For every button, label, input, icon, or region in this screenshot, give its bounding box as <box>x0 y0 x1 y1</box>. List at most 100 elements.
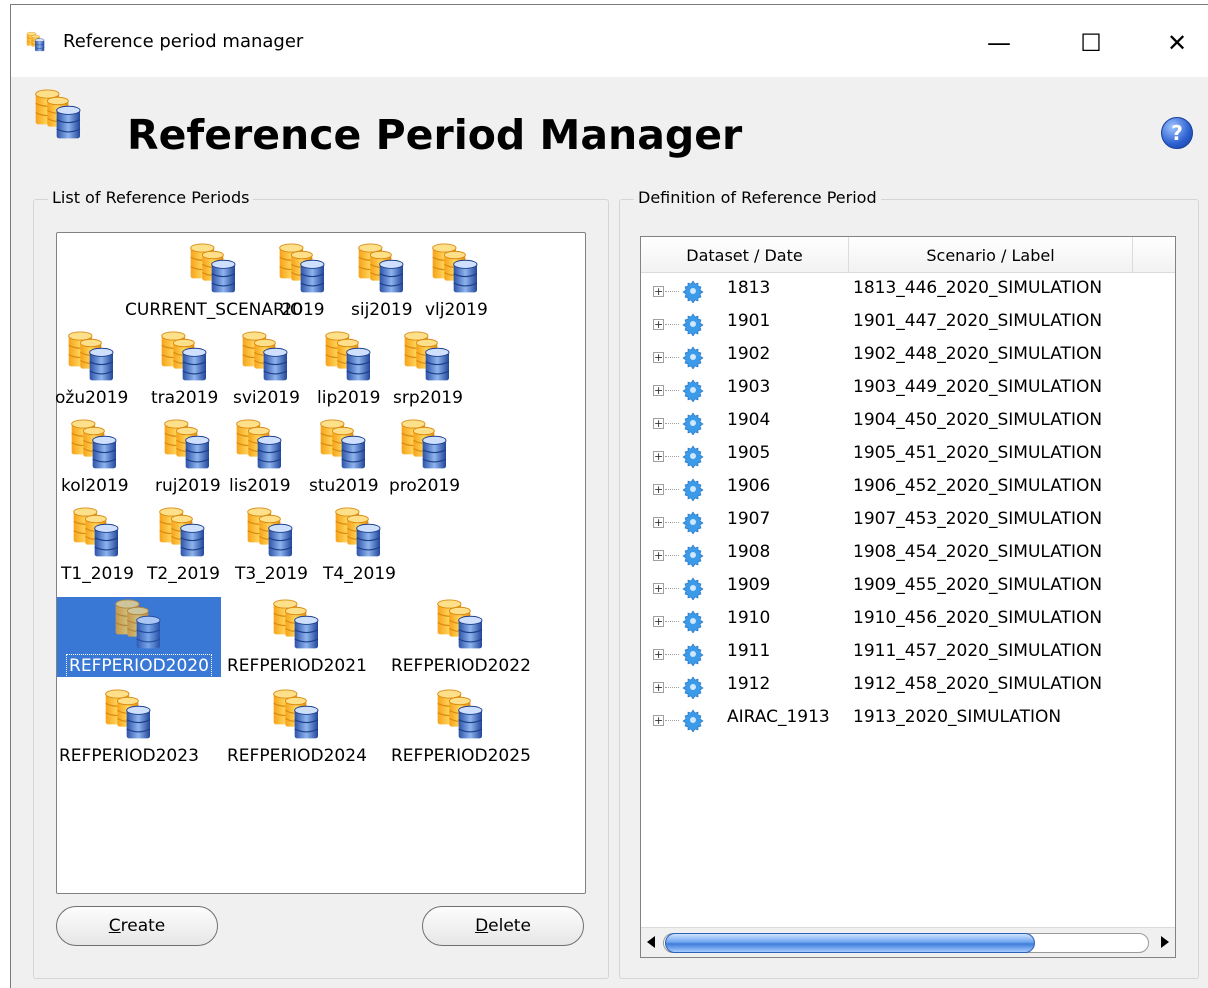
scenario-label: 1902_448_2020_SIMULATION <box>853 344 1103 364</box>
database-stack-icon <box>316 417 372 473</box>
reference-periods-list[interactable]: CURRENT_SCENARIO 2019 sij2019 vlj2019 ožu201… <box>53 232 586 894</box>
scroll-thumb[interactable] <box>665 933 1035 953</box>
expand-icon[interactable]: + <box>653 319 664 330</box>
database-stack-icon <box>31 87 87 159</box>
reference-period-item[interactable]: stu2019 <box>307 417 381 497</box>
scenario-label: 1905_451_2020_SIMULATION <box>853 443 1103 463</box>
horizontal-scrollbar[interactable] <box>641 927 1175 957</box>
tree-row[interactable]: +1912 1912_458_2020_SIMULATION <box>641 671 1175 704</box>
definition-tree[interactable]: Dataset / Date Scenario / Label +1813 181… <box>640 236 1176 958</box>
reference-period-item[interactable]: REFPERIOD2023 <box>57 687 201 767</box>
reference-period-item[interactable]: kol2019 <box>59 417 131 497</box>
scenario-label: 1813_446_2020_SIMULATION <box>853 278 1103 298</box>
definition-group: Definition of Reference Period Dataset /… <box>619 188 1199 979</box>
tree-connector <box>665 423 679 424</box>
help-icon[interactable]: ? <box>1161 117 1193 149</box>
reference-period-item[interactable]: lis2019 <box>227 417 293 497</box>
expand-icon[interactable]: + <box>653 484 664 495</box>
reference-period-item[interactable]: ruj2019 <box>153 417 223 497</box>
tree-row[interactable]: +1908 1908_454_2020_SIMULATION <box>641 539 1175 572</box>
column-header-dataset-date[interactable]: Dataset / Date <box>641 237 849 273</box>
tree-row[interactable]: +1903 1903_449_2020_SIMULATION <box>641 374 1175 407</box>
dataset-gear-icon <box>681 708 705 732</box>
expand-icon[interactable]: + <box>653 616 664 627</box>
reference-period-label: stu2019 <box>309 476 379 496</box>
scenario-label: 1907_453_2020_SIMULATION <box>853 509 1103 529</box>
scroll-left-icon[interactable] <box>647 936 655 948</box>
tree-row[interactable]: + AIRAC_1913 1913_2020_SIMULATION <box>641 704 1175 737</box>
reference-period-item[interactable]: vlj2019 <box>423 241 490 321</box>
reference-period-item[interactable]: sij2019 <box>349 241 415 321</box>
tree-row[interactable]: +1813 1813_446_2020_SIMULATION <box>641 275 1175 308</box>
close-button[interactable]: ✕ <box>1155 21 1199 65</box>
tree-row[interactable]: +1909 1909_455_2020_SIMULATION <box>641 572 1175 605</box>
reference-period-label: T4_2019 <box>323 564 396 584</box>
reference-period-item[interactable]: srp2019 <box>391 329 465 409</box>
expand-icon[interactable]: + <box>653 550 664 561</box>
reference-period-item[interactable]: 2019 <box>273 241 333 321</box>
reference-period-item[interactable]: ožu2019 <box>53 329 130 409</box>
database-stack-icon <box>186 241 242 297</box>
reference-period-label: T1_2019 <box>61 564 134 584</box>
dataset-gear-icon <box>681 642 705 666</box>
delete-button[interactable]: Delete <box>422 906 584 946</box>
dataset-date: 1906 <box>727 476 771 496</box>
group-label: List of Reference Periods <box>48 188 254 207</box>
expand-icon[interactable]: + <box>653 352 664 363</box>
tree-row[interactable]: +1905 1905_451_2020_SIMULATION <box>641 440 1175 473</box>
tree-row[interactable]: +1901 1901_447_2020_SIMULATION <box>641 308 1175 341</box>
minimize-button[interactable]: — <box>977 21 1021 65</box>
expand-icon[interactable]: + <box>653 418 664 429</box>
reference-period-label: svi2019 <box>233 388 300 408</box>
reference-period-item[interactable]: T2_2019 <box>145 505 222 585</box>
database-stack-icon <box>433 597 489 653</box>
dataset-date: 1813 <box>727 278 771 298</box>
tree-row[interactable]: +1902 1902_448_2020_SIMULATION <box>641 341 1175 374</box>
reference-period-item[interactable]: REFPERIOD2021 <box>225 597 369 677</box>
reference-period-item[interactable]: REFPERIOD2020 <box>57 597 221 678</box>
tree-row[interactable]: +1906 1906_452_2020_SIMULATION <box>641 473 1175 506</box>
expand-icon[interactable]: + <box>653 517 664 528</box>
tree-row[interactable]: +1910 1910_456_2020_SIMULATION <box>641 605 1175 638</box>
maximize-button[interactable]: ☐ <box>1069 21 1113 65</box>
tree-connector <box>665 489 679 490</box>
reference-period-item[interactable]: svi2019 <box>231 329 302 409</box>
expand-icon[interactable]: + <box>653 583 664 594</box>
scenario-label: 1911_457_2020_SIMULATION <box>853 641 1103 661</box>
window-title: Reference period manager <box>63 31 304 52</box>
expand-icon[interactable]: + <box>653 451 664 462</box>
tree-connector <box>665 720 679 721</box>
tree-connector <box>665 291 679 292</box>
reference-period-item[interactable]: T4_2019 <box>321 505 398 585</box>
reference-period-item[interactable]: REFPERIOD2025 <box>389 687 533 767</box>
reference-period-item[interactable]: tra2019 <box>149 329 220 409</box>
expand-icon[interactable]: + <box>653 715 664 726</box>
expand-icon[interactable]: + <box>653 385 664 396</box>
column-header-scenario-label[interactable]: Scenario / Label <box>849 237 1133 273</box>
reference-period-item[interactable]: REFPERIOD2024 <box>225 687 369 767</box>
reference-period-item[interactable]: pro2019 <box>387 417 462 497</box>
database-stack-icon <box>428 241 484 297</box>
dataset-date: AIRAC_1913 <box>727 707 830 727</box>
expand-icon[interactable]: + <box>653 682 664 693</box>
reference-period-item[interactable]: T1_2019 <box>59 505 136 585</box>
reference-period-label: pro2019 <box>389 476 461 496</box>
scroll-right-icon[interactable] <box>1161 936 1169 948</box>
database-stack-icon <box>69 505 125 561</box>
title-bar: Reference period manager — ☐ ✕ <box>11 5 1208 77</box>
dataset-gear-icon <box>681 345 705 369</box>
tree-connector <box>665 456 679 457</box>
reference-period-item[interactable]: REFPERIOD2022 <box>389 597 533 677</box>
dataset-gear-icon <box>681 378 705 402</box>
tree-row[interactable]: +1904 1904_450_2020_SIMULATION <box>641 407 1175 440</box>
tree-row[interactable]: +1907 1907_453_2020_SIMULATION <box>641 506 1175 539</box>
reference-period-item[interactable]: lip2019 <box>315 329 383 409</box>
reference-period-item[interactable]: T3_2019 <box>233 505 310 585</box>
expand-icon[interactable]: + <box>653 286 664 297</box>
tree-row[interactable]: +1911 1911_457_2020_SIMULATION <box>641 638 1175 671</box>
create-button[interactable]: Create <box>56 906 218 946</box>
reference-period-label: kol2019 <box>61 476 129 496</box>
reference-period-manager-window: Reference period manager — ☐ ✕ Reference… <box>10 4 1208 988</box>
expand-icon[interactable]: + <box>653 649 664 660</box>
reference-period-label: ruj2019 <box>155 476 221 496</box>
